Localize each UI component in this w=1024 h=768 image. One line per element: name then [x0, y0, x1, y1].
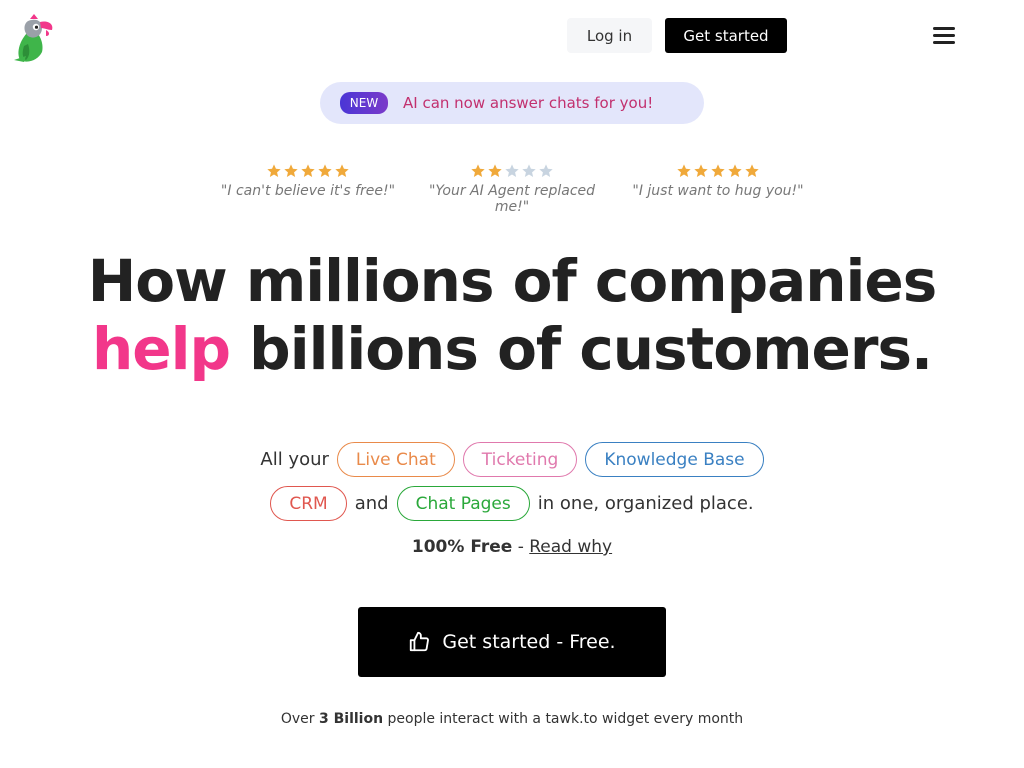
review-quote: "Your AI Agent replaced me!" [428, 183, 596, 215]
announcement-banner[interactable]: NEW AI can now answer chats for you! [320, 82, 704, 124]
headline-line-2: billions of customers. [249, 315, 933, 383]
review-1: "I can't believe it's free!" [212, 163, 404, 199]
features-prefix: All your [260, 449, 329, 470]
star-rating [632, 163, 804, 181]
free-dash: - [517, 537, 524, 557]
star-filled-icon [267, 164, 281, 177]
features-row-1: All your Live Chat Ticketing Knowledge B… [0, 442, 1024, 477]
announcement-text: AI can now answer chats for you! [403, 94, 654, 112]
star-filled-icon [694, 164, 708, 177]
headline-line-1: How millions of companies [87, 247, 938, 315]
star-filled-icon [677, 164, 691, 177]
cta-label: Get started - Free. [442, 631, 616, 653]
thumbs-up-icon [410, 631, 430, 652]
star-empty-icon [522, 164, 536, 177]
chat-pages-pill[interactable]: Chat Pages [396, 486, 530, 521]
star-filled-icon [284, 164, 298, 177]
star-filled-icon [728, 164, 742, 177]
crm-pill[interactable]: CRM [270, 486, 347, 521]
hero-headline: How millions of companies help billions … [0, 247, 1024, 383]
usage-post: people interact with a tawk.to widget ev… [387, 711, 744, 727]
review-2: "Your AI Agent replaced me!" [420, 163, 604, 215]
star-rating [212, 163, 404, 181]
star-filled-icon [711, 164, 725, 177]
star-empty-icon [505, 164, 519, 177]
review-3: "I just want to hug you!" [632, 163, 804, 199]
star-filled-icon [335, 164, 349, 177]
tawkto-logo-icon[interactable] [10, 10, 62, 64]
free-line: 100% Free - Read why [0, 537, 1024, 557]
star-filled-icon [471, 164, 485, 177]
usage-note: Over 3 Billion people interact with a ta… [0, 711, 1024, 727]
star-rating [420, 163, 604, 181]
features-and: and [354, 493, 389, 514]
new-badge: NEW [340, 92, 388, 114]
get-started-free-button[interactable]: Get started - Free. [358, 607, 666, 677]
usage-pre: Over [280, 711, 315, 727]
star-filled-icon [318, 164, 332, 177]
read-why-link[interactable]: Read why [529, 537, 612, 557]
live-chat-pill[interactable]: Live Chat [336, 442, 455, 477]
star-empty-icon [539, 164, 553, 177]
get-started-button[interactable]: Get started [665, 18, 787, 53]
menu-icon[interactable] [931, 25, 957, 47]
login-button[interactable]: Log in [567, 18, 652, 53]
star-filled-icon [488, 164, 502, 177]
ticketing-pill[interactable]: Ticketing [462, 442, 578, 477]
usage-bold: 3 Billion [318, 711, 384, 727]
review-quote: "I just want to hug you!" [632, 183, 804, 199]
headline-accent: help [91, 315, 231, 383]
review-quote: "I can't believe it's free!" [220, 183, 396, 199]
features-row-2: CRM and Chat Pages in one, organized pla… [0, 486, 1024, 521]
knowledge-base-pill[interactable]: Knowledge Base [585, 442, 764, 477]
features-suffix: in one, organized place. [537, 493, 754, 514]
free-bold: 100% Free [411, 537, 513, 557]
star-filled-icon [745, 164, 759, 177]
star-filled-icon [301, 164, 315, 177]
